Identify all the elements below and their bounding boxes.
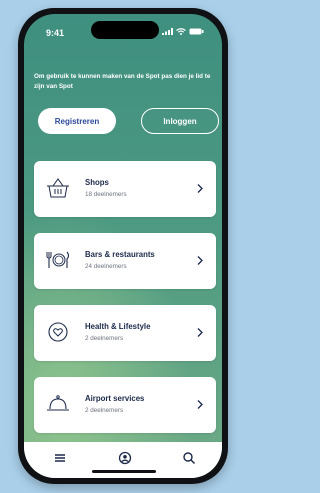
category-card-health-lifestyle[interactable]: Health & Lifestyle 2 deelnemers <box>34 305 216 361</box>
profile-icon[interactable] <box>118 451 132 465</box>
category-card-airport-services[interactable]: Airport services 2 deelnemers <box>34 377 216 433</box>
cutlery-icon <box>46 251 70 268</box>
cloche-icon <box>47 395 69 411</box>
battery-icon <box>189 28 204 35</box>
chevron-right-icon <box>197 328 203 337</box>
category-title: Airport services <box>85 394 145 403</box>
status-bar: 9:41 <box>24 21 222 42</box>
category-title: Bars & restaurants <box>85 250 155 259</box>
home-indicator <box>92 470 156 473</box>
dynamic-island <box>91 21 159 39</box>
category-card-shops[interactable]: Shops 18 deelnemers <box>34 161 216 217</box>
category-subtitle: 24 deelnemers <box>85 263 127 270</box>
menu-icon[interactable] <box>53 451 67 465</box>
intro-text: Om gebruik te kunnen maken van de Spot p… <box>34 73 211 90</box>
status-time: 9:41 <box>46 28 65 38</box>
bottom-tab-bar <box>24 442 222 478</box>
category-title: Health & Lifestyle <box>85 322 151 331</box>
status-icons <box>162 28 204 35</box>
chevron-right-icon <box>197 400 203 409</box>
app-screen: 9:41 Om gebruik te kunnen maken van de S… <box>24 14 222 478</box>
wifi-icon <box>176 28 186 35</box>
category-card-bars-restaurants[interactable]: Bars & restaurants 24 deelnemers <box>34 233 216 289</box>
category-subtitle: 2 deelnemers <box>85 407 124 414</box>
category-subtitle: 18 deelnemers <box>85 191 127 198</box>
chevron-right-icon <box>197 256 203 265</box>
login-button[interactable]: Inloggen <box>141 108 219 134</box>
phone-frame: 9:41 Om gebruik te kunnen maken van de S… <box>18 8 228 484</box>
signal-icon <box>162 28 173 35</box>
category-title: Shops <box>85 178 109 187</box>
basket-icon <box>47 178 69 198</box>
search-icon[interactable] <box>182 451 196 465</box>
category-subtitle: 2 deelnemers <box>85 335 124 342</box>
heart-icon <box>48 322 68 342</box>
chevron-right-icon <box>197 184 203 193</box>
register-button[interactable]: Registreren <box>38 108 116 134</box>
